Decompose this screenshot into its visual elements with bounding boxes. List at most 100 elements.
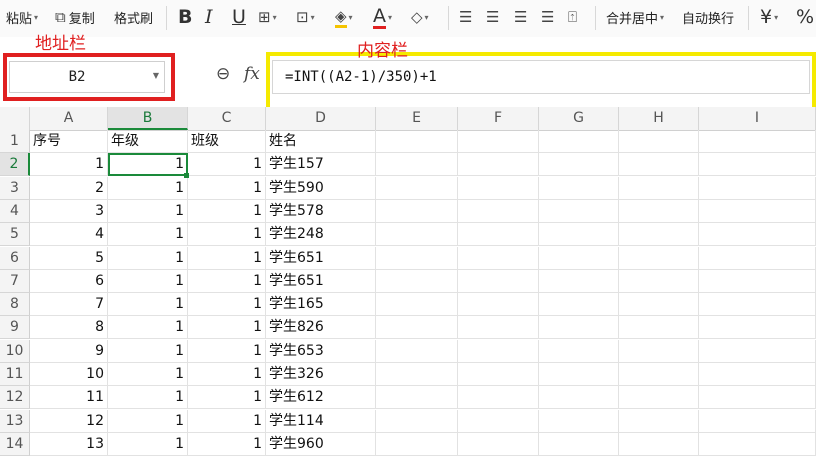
wrap-text-button[interactable]: 自动换行 bbox=[682, 0, 734, 34]
format-painter-button[interactable]: 格式刷 bbox=[114, 0, 153, 34]
cell-f12[interactable] bbox=[458, 386, 539, 410]
cell-c5[interactable]: 1 bbox=[188, 223, 266, 247]
row-header-9[interactable]: 9 bbox=[0, 316, 30, 340]
cell-h8[interactable] bbox=[619, 293, 699, 317]
justify-button[interactable]: ☰ bbox=[541, 0, 554, 34]
cell-d8[interactable]: 学生165 bbox=[266, 293, 376, 317]
cell-h14[interactable] bbox=[619, 432, 699, 456]
cell-a4[interactable]: 3 bbox=[30, 199, 108, 223]
cell-f6[interactable] bbox=[458, 246, 539, 270]
cell-b3[interactable]: 1 bbox=[108, 176, 188, 200]
cell-d2[interactable]: 学生157 bbox=[266, 153, 376, 177]
row-header-7[interactable]: 7 bbox=[0, 269, 30, 293]
cell-a13[interactable]: 12 bbox=[30, 409, 108, 433]
column-header-a[interactable]: A bbox=[30, 107, 108, 130]
cell-i1[interactable] bbox=[699, 130, 816, 153]
align-center-button[interactable]: ☰ bbox=[486, 0, 499, 34]
underline-button[interactable]: U bbox=[232, 0, 246, 34]
cell-h13[interactable] bbox=[619, 409, 699, 433]
cell-h9[interactable] bbox=[619, 316, 699, 340]
cell-a2[interactable]: 1 bbox=[30, 153, 108, 177]
cell-e4[interactable] bbox=[376, 199, 458, 223]
cell-i8[interactable] bbox=[699, 293, 816, 317]
cell-c1[interactable]: 班级 bbox=[188, 130, 266, 153]
column-header-e[interactable]: E bbox=[376, 107, 458, 130]
cell-g11[interactable] bbox=[539, 363, 619, 386]
cell-f4[interactable] bbox=[458, 199, 539, 223]
cell-i3[interactable] bbox=[699, 176, 816, 200]
cell-a8[interactable]: 7 bbox=[30, 293, 108, 317]
select-all-corner[interactable] bbox=[0, 107, 30, 130]
cell-d12[interactable]: 学生612 bbox=[266, 386, 376, 410]
cell-style-button[interactable]: ⊡ ▾ bbox=[296, 0, 315, 34]
cell-i7[interactable] bbox=[699, 269, 816, 293]
cell-b5[interactable]: 1 bbox=[108, 223, 188, 247]
row-header-11[interactable]: 11 bbox=[0, 363, 30, 386]
cell-e10[interactable] bbox=[376, 339, 458, 363]
cell-b6[interactable]: 1 bbox=[108, 246, 188, 270]
cell-a5[interactable]: 4 bbox=[30, 223, 108, 247]
italic-button[interactable]: I bbox=[205, 0, 213, 34]
cell-g7[interactable] bbox=[539, 269, 619, 293]
cell-f2[interactable] bbox=[458, 153, 539, 177]
align-right-button[interactable]: ☰ bbox=[514, 0, 527, 34]
cell-c11[interactable]: 1 bbox=[188, 363, 266, 386]
cell-b9[interactable]: 1 bbox=[108, 316, 188, 340]
cell-c10[interactable]: 1 bbox=[188, 339, 266, 363]
cell-i10[interactable] bbox=[699, 339, 816, 363]
cell-a11[interactable]: 10 bbox=[30, 363, 108, 386]
cell-f1[interactable] bbox=[458, 130, 539, 153]
borders-button[interactable]: ⊞ ▾ bbox=[258, 0, 277, 34]
cell-e6[interactable] bbox=[376, 246, 458, 270]
fill-color-button[interactable]: ◈ ▾ bbox=[335, 0, 353, 34]
cell-i12[interactable] bbox=[699, 386, 816, 410]
percent-button[interactable]: % bbox=[796, 0, 814, 34]
cell-d1[interactable]: 姓名 bbox=[266, 130, 376, 153]
cell-i13[interactable] bbox=[699, 409, 816, 433]
cell-c3[interactable]: 1 bbox=[188, 176, 266, 200]
cell-f8[interactable] bbox=[458, 293, 539, 317]
formula-input[interactable]: =INT((A2-1)/350)+1 bbox=[272, 60, 810, 94]
cell-g8[interactable] bbox=[539, 293, 619, 317]
zoom-icon[interactable]: ⊖ bbox=[216, 64, 230, 84]
cell-e5[interactable] bbox=[376, 223, 458, 247]
cell-a10[interactable]: 9 bbox=[30, 339, 108, 363]
column-header-b[interactable]: B bbox=[108, 107, 188, 130]
cell-b11[interactable]: 1 bbox=[108, 363, 188, 386]
font-color-button[interactable]: A ▾ bbox=[373, 0, 392, 34]
cell-e12[interactable] bbox=[376, 386, 458, 410]
cell-g5[interactable] bbox=[539, 223, 619, 247]
column-header-g[interactable]: G bbox=[539, 107, 619, 130]
cell-a12[interactable]: 11 bbox=[30, 386, 108, 410]
cell-e8[interactable] bbox=[376, 293, 458, 317]
currency-button[interactable]: ¥ ▾ bbox=[760, 0, 778, 34]
cell-d13[interactable]: 学生114 bbox=[266, 409, 376, 433]
column-header-d[interactable]: D bbox=[266, 107, 376, 130]
cell-g6[interactable] bbox=[539, 246, 619, 270]
cell-i6[interactable] bbox=[699, 246, 816, 270]
distribute-button[interactable]: ⍐ bbox=[568, 0, 577, 34]
cell-b2[interactable]: 1 bbox=[108, 153, 188, 177]
cell-h1[interactable] bbox=[619, 130, 699, 153]
cell-h12[interactable] bbox=[619, 386, 699, 410]
cell-f7[interactable] bbox=[458, 269, 539, 293]
cell-g14[interactable] bbox=[539, 432, 619, 456]
fill-handle[interactable] bbox=[184, 172, 189, 178]
cell-h10[interactable] bbox=[619, 339, 699, 363]
row-header-14[interactable]: 14 bbox=[0, 432, 30, 456]
row-header-1[interactable]: 1 bbox=[0, 130, 30, 153]
bold-button[interactable]: B bbox=[178, 0, 192, 34]
cell-d9[interactable]: 学生826 bbox=[266, 316, 376, 340]
cell-g4[interactable] bbox=[539, 199, 619, 223]
column-header-f[interactable]: F bbox=[458, 107, 539, 130]
cell-h3[interactable] bbox=[619, 176, 699, 200]
row-header-12[interactable]: 12 bbox=[0, 386, 30, 410]
cell-b4[interactable]: 1 bbox=[108, 199, 188, 223]
cell-g3[interactable] bbox=[539, 176, 619, 200]
cell-c14[interactable]: 1 bbox=[188, 432, 266, 456]
cell-f14[interactable] bbox=[458, 432, 539, 456]
row-header-5[interactable]: 5 bbox=[0, 223, 30, 247]
cell-d6[interactable]: 学生651 bbox=[266, 246, 376, 270]
cell-e9[interactable] bbox=[376, 316, 458, 340]
cell-d10[interactable]: 学生653 bbox=[266, 339, 376, 363]
